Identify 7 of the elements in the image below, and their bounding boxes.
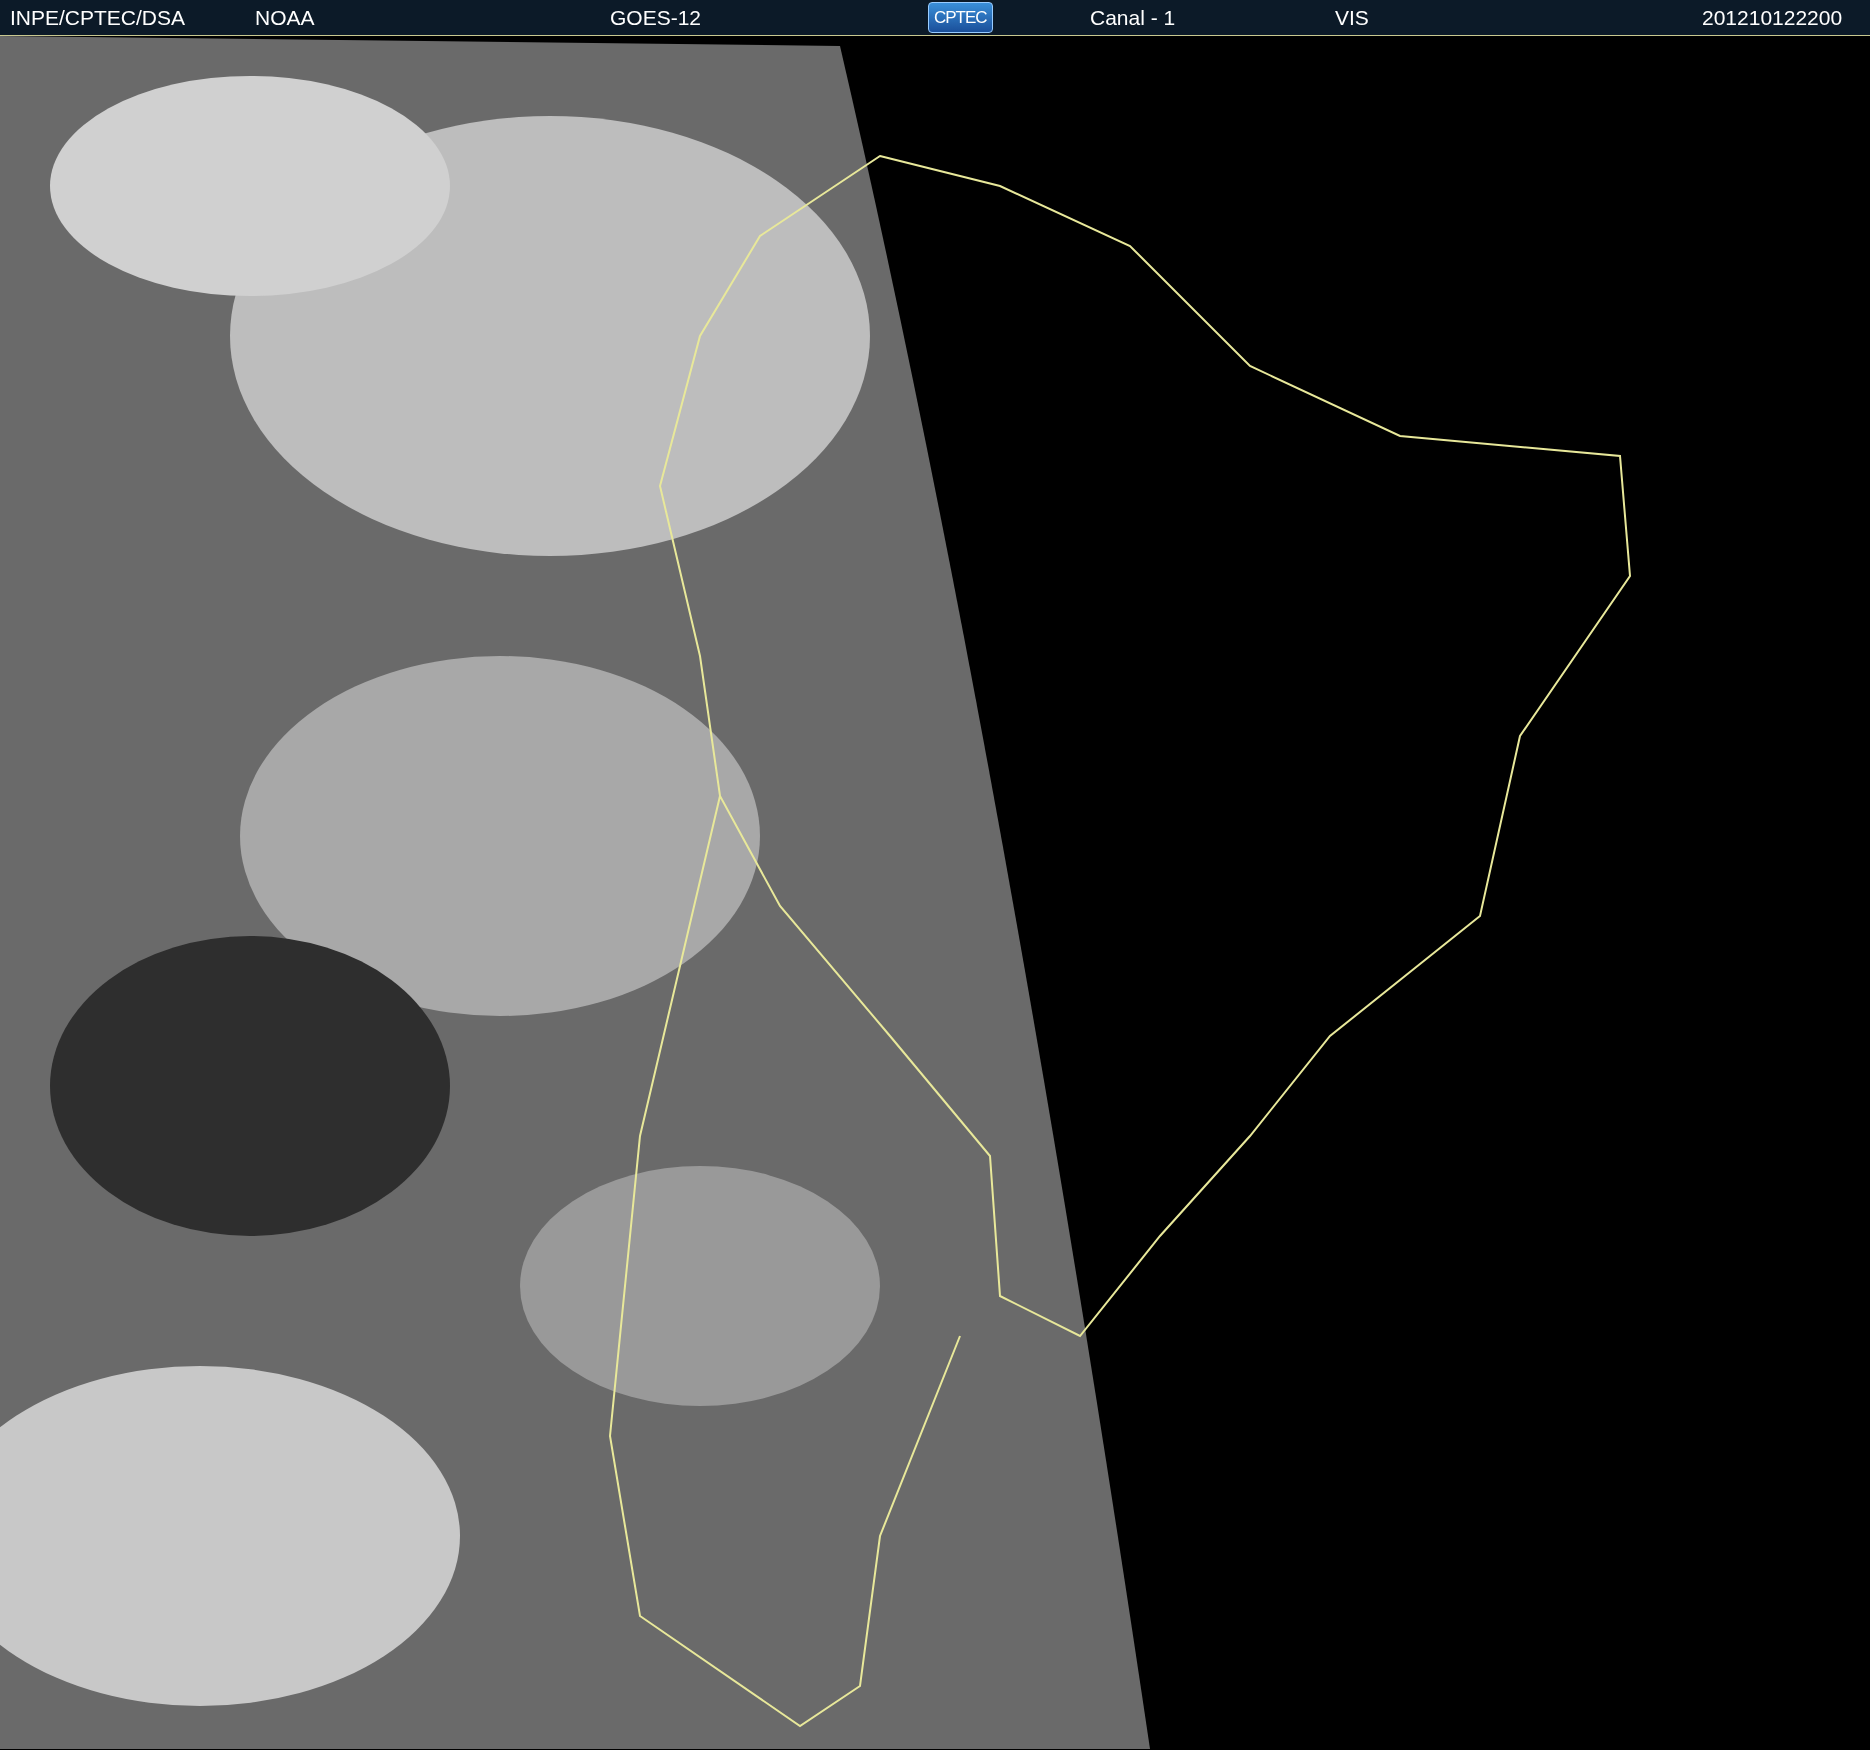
header-label: GOES-12 bbox=[610, 5, 702, 29]
logo: CPTEC bbox=[928, 1, 993, 34]
header-label: VIS bbox=[1335, 5, 1369, 29]
header-label: NOAA bbox=[255, 5, 315, 29]
header-label: 201210122200 bbox=[1702, 5, 1843, 29]
header-label: Canal - 1 bbox=[1090, 5, 1176, 29]
header-label: INPE/CPTEC/DSA bbox=[10, 5, 186, 29]
